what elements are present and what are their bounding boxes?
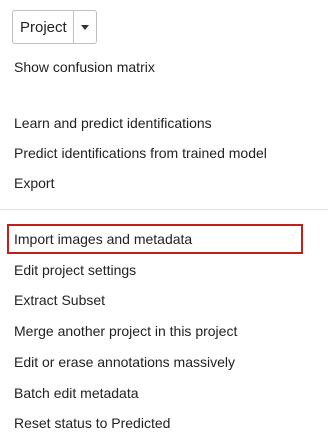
- menu-item-edit-project-settings[interactable]: Edit project settings: [14, 261, 136, 279]
- project-menu-label[interactable]: Project: [13, 11, 73, 43]
- menu-item-edit-erase-annotations[interactable]: Edit or erase annotations massively: [14, 353, 235, 371]
- menu-item-predict-from-trained-model[interactable]: Predict identifications from trained mod…: [14, 144, 267, 162]
- menu-item-show-confusion-matrix[interactable]: Show confusion matrix: [14, 58, 155, 76]
- menu-item-merge-project[interactable]: Merge another project in this project: [14, 322, 237, 340]
- menu-divider: [0, 209, 328, 210]
- caret-down-icon[interactable]: [72, 11, 96, 43]
- menu-item-learn-and-predict[interactable]: Learn and predict identifications: [14, 114, 212, 132]
- menu-item-import-images-and-metadata[interactable]: Import images and metadata: [14, 230, 192, 248]
- menu-item-export[interactable]: Export: [14, 174, 54, 192]
- menu-item-extract-subset[interactable]: Extract Subset: [14, 291, 105, 309]
- project-menu-dropdown[interactable]: Project: [12, 10, 97, 44]
- menu-item-batch-edit-metadata[interactable]: Batch edit metadata: [14, 384, 139, 402]
- menu-item-reset-status[interactable]: Reset status to Predicted: [14, 414, 170, 432]
